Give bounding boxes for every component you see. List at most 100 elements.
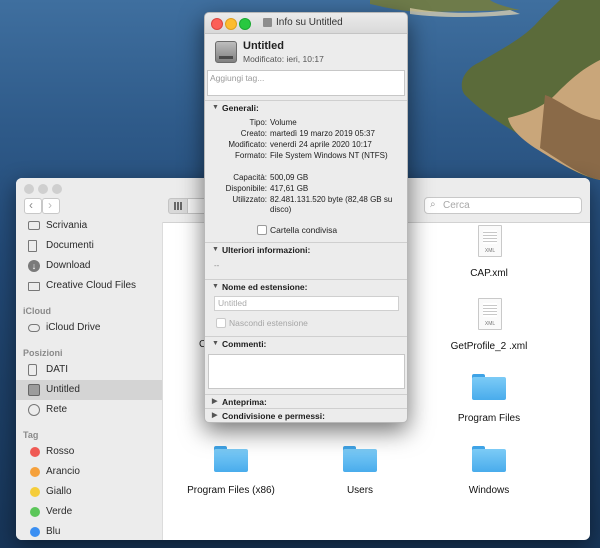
sidebar-item-label: Verde xyxy=(46,506,73,517)
sidebar-item-label: Giallo xyxy=(46,486,72,497)
sidebar-tag-blu[interactable]: Blu xyxy=(16,522,162,540)
sidebar-tag-giallo[interactable]: Giallo xyxy=(16,482,162,502)
orange-tag-icon xyxy=(30,467,40,477)
folder-icon xyxy=(28,282,40,291)
info-window: Info su Untitled Untitled Modificato: ie… xyxy=(204,12,408,423)
hide-extension-checkbox[interactable] xyxy=(216,318,226,328)
sidebar-item-label: Arancio xyxy=(46,466,80,477)
sidebar-item-documenti[interactable]: Documenti xyxy=(16,236,162,256)
folder-icon xyxy=(472,374,506,400)
sidebar-item-label: DATI xyxy=(46,364,69,375)
sidebar-tag-verde[interactable]: Verde xyxy=(16,502,162,522)
section-sharing-permissions[interactable]: ▶ Condivisione e permessi: xyxy=(205,408,407,422)
shared-folder-checkbox[interactable] xyxy=(257,225,267,235)
disclosure-closed-icon: ▶ xyxy=(212,412,218,419)
file-name: Users xyxy=(346,485,374,496)
sidebar-item-label: Blu xyxy=(46,526,61,537)
sidebar-item-label: Documenti xyxy=(46,240,94,251)
label-utilizzato: Utilizzato: xyxy=(232,195,267,204)
label-tipo: Tipo: xyxy=(249,118,268,127)
file-name: Program Files (x86) xyxy=(187,485,275,496)
back-button[interactable]: ‹ xyxy=(24,198,42,214)
label-disponibile: Disponibile: xyxy=(225,184,267,193)
close-button[interactable] xyxy=(211,18,223,30)
chevron-right-icon: › xyxy=(48,198,52,212)
sidebar-item-label: Rosso xyxy=(46,446,75,457)
file-name: Program Files xyxy=(457,413,521,424)
sidebar-item-label: Untitled xyxy=(46,384,80,395)
minimize-button[interactable] xyxy=(38,184,48,194)
value-modificato: venerdì 24 aprile 2020 10:17 xyxy=(270,140,372,149)
window-title: Info su Untitled xyxy=(276,17,343,28)
disclosure-open-icon: ▼ xyxy=(212,340,219,347)
yellow-tag-icon xyxy=(30,487,40,497)
disclosure-closed-icon: ▶ xyxy=(212,398,218,405)
sidebar-section-tag: Tag xyxy=(23,430,39,440)
section-general[interactable]: ▼ Generali: xyxy=(205,100,407,115)
forward-button[interactable]: › xyxy=(42,198,60,214)
close-button[interactable] xyxy=(24,184,34,194)
value-creato: martedì 19 marzo 2019 05:37 xyxy=(270,129,375,138)
section-more-info[interactable]: ▼ Ulteriori informazioni: xyxy=(205,242,407,257)
search-placeholder: Cerca xyxy=(443,200,470,211)
sidebar-item-untitled[interactable]: Untitled xyxy=(16,380,162,400)
label-modificato: Modificato: xyxy=(228,140,267,149)
sidebar-tag-rosso[interactable]: Rosso xyxy=(16,442,162,462)
sidebar-item-label: Rete xyxy=(46,404,68,415)
comments-textarea[interactable] xyxy=(208,354,405,389)
tags-input[interactable]: Aggiungi tag... xyxy=(207,70,405,96)
view-icon-button[interactable] xyxy=(168,198,188,214)
file-name: GetProfile_2 .xml xyxy=(450,341,528,352)
name-field[interactable]: Untitled xyxy=(214,296,399,311)
section-preview[interactable]: ▶ Anteprima: xyxy=(205,394,407,409)
disk-icon xyxy=(263,18,272,27)
tags-placeholder: Aggiungi tag... xyxy=(210,73,265,83)
sidebar-section-icloud: iCloud xyxy=(23,306,51,316)
finder-sidebar: Scrivania Documenti ↓ Download Creative … xyxy=(16,220,163,540)
sidebar-item-label: Scrivania xyxy=(46,220,88,231)
zoom-button[interactable] xyxy=(239,18,251,30)
sidebar-item-download[interactable]: ↓ Download xyxy=(16,256,162,276)
name-field-text: Untitled xyxy=(218,298,247,308)
value-capacita: 500,09 GB xyxy=(270,173,309,182)
sidebar-item-creative-cloud[interactable]: Creative Cloud Files xyxy=(16,276,162,296)
desktop-icon xyxy=(28,221,40,230)
sidebar-item-dati[interactable]: DATI xyxy=(16,360,162,380)
value-formato: File System Windows NT (NTFS) xyxy=(270,151,388,160)
sidebar-item-label: iCloud Drive xyxy=(46,322,101,333)
label-creato: Creato: xyxy=(240,129,267,138)
xml-file-icon: XML xyxy=(478,225,502,257)
value-tipo: Volume xyxy=(270,118,297,127)
file-name: CAP.xml xyxy=(470,268,508,279)
cloud-icon xyxy=(28,324,40,332)
search-icon: ⌕ xyxy=(430,199,436,210)
disclosure-open-icon: ▼ xyxy=(212,283,219,290)
minimize-button[interactable] xyxy=(225,18,237,30)
red-tag-icon xyxy=(30,447,40,457)
download-icon: ↓ xyxy=(28,260,40,272)
disk-large-icon xyxy=(215,41,237,63)
folder-icon xyxy=(472,446,506,472)
folder-icon xyxy=(343,446,377,472)
blue-tag-icon xyxy=(30,527,40,537)
item-name: Untitled xyxy=(243,40,284,52)
zoom-button[interactable] xyxy=(52,184,62,194)
sidebar-item-icloud-drive[interactable]: iCloud Drive xyxy=(16,318,162,338)
sidebar-section-posizioni: Posizioni xyxy=(23,348,63,358)
sidebar-tag-arancio[interactable]: Arancio xyxy=(16,462,162,482)
globe-icon xyxy=(28,404,40,416)
section-name-extension[interactable]: ▼ Nome ed estensione: xyxy=(205,279,407,294)
sidebar-item-scrivania[interactable]: Scrivania xyxy=(16,216,162,236)
section-comments[interactable]: ▼ Commenti: xyxy=(205,336,407,351)
shared-folder-label: Cartella condivisa xyxy=(270,225,338,235)
disk-icon xyxy=(28,384,40,396)
chevron-left-icon: ‹ xyxy=(29,198,33,212)
sidebar-item-rete[interactable]: Rete xyxy=(16,400,162,420)
grid-icon xyxy=(174,202,182,210)
green-tag-icon xyxy=(30,507,40,517)
disk-icon xyxy=(28,364,37,376)
search-field[interactable]: ⌕ Cerca xyxy=(424,197,582,214)
sidebar-item-label: Download xyxy=(46,260,91,271)
value-utilizzato: 82.481.131.520 byte (82,48 GB su disco) xyxy=(270,195,393,214)
file-name: Windows xyxy=(468,485,510,496)
